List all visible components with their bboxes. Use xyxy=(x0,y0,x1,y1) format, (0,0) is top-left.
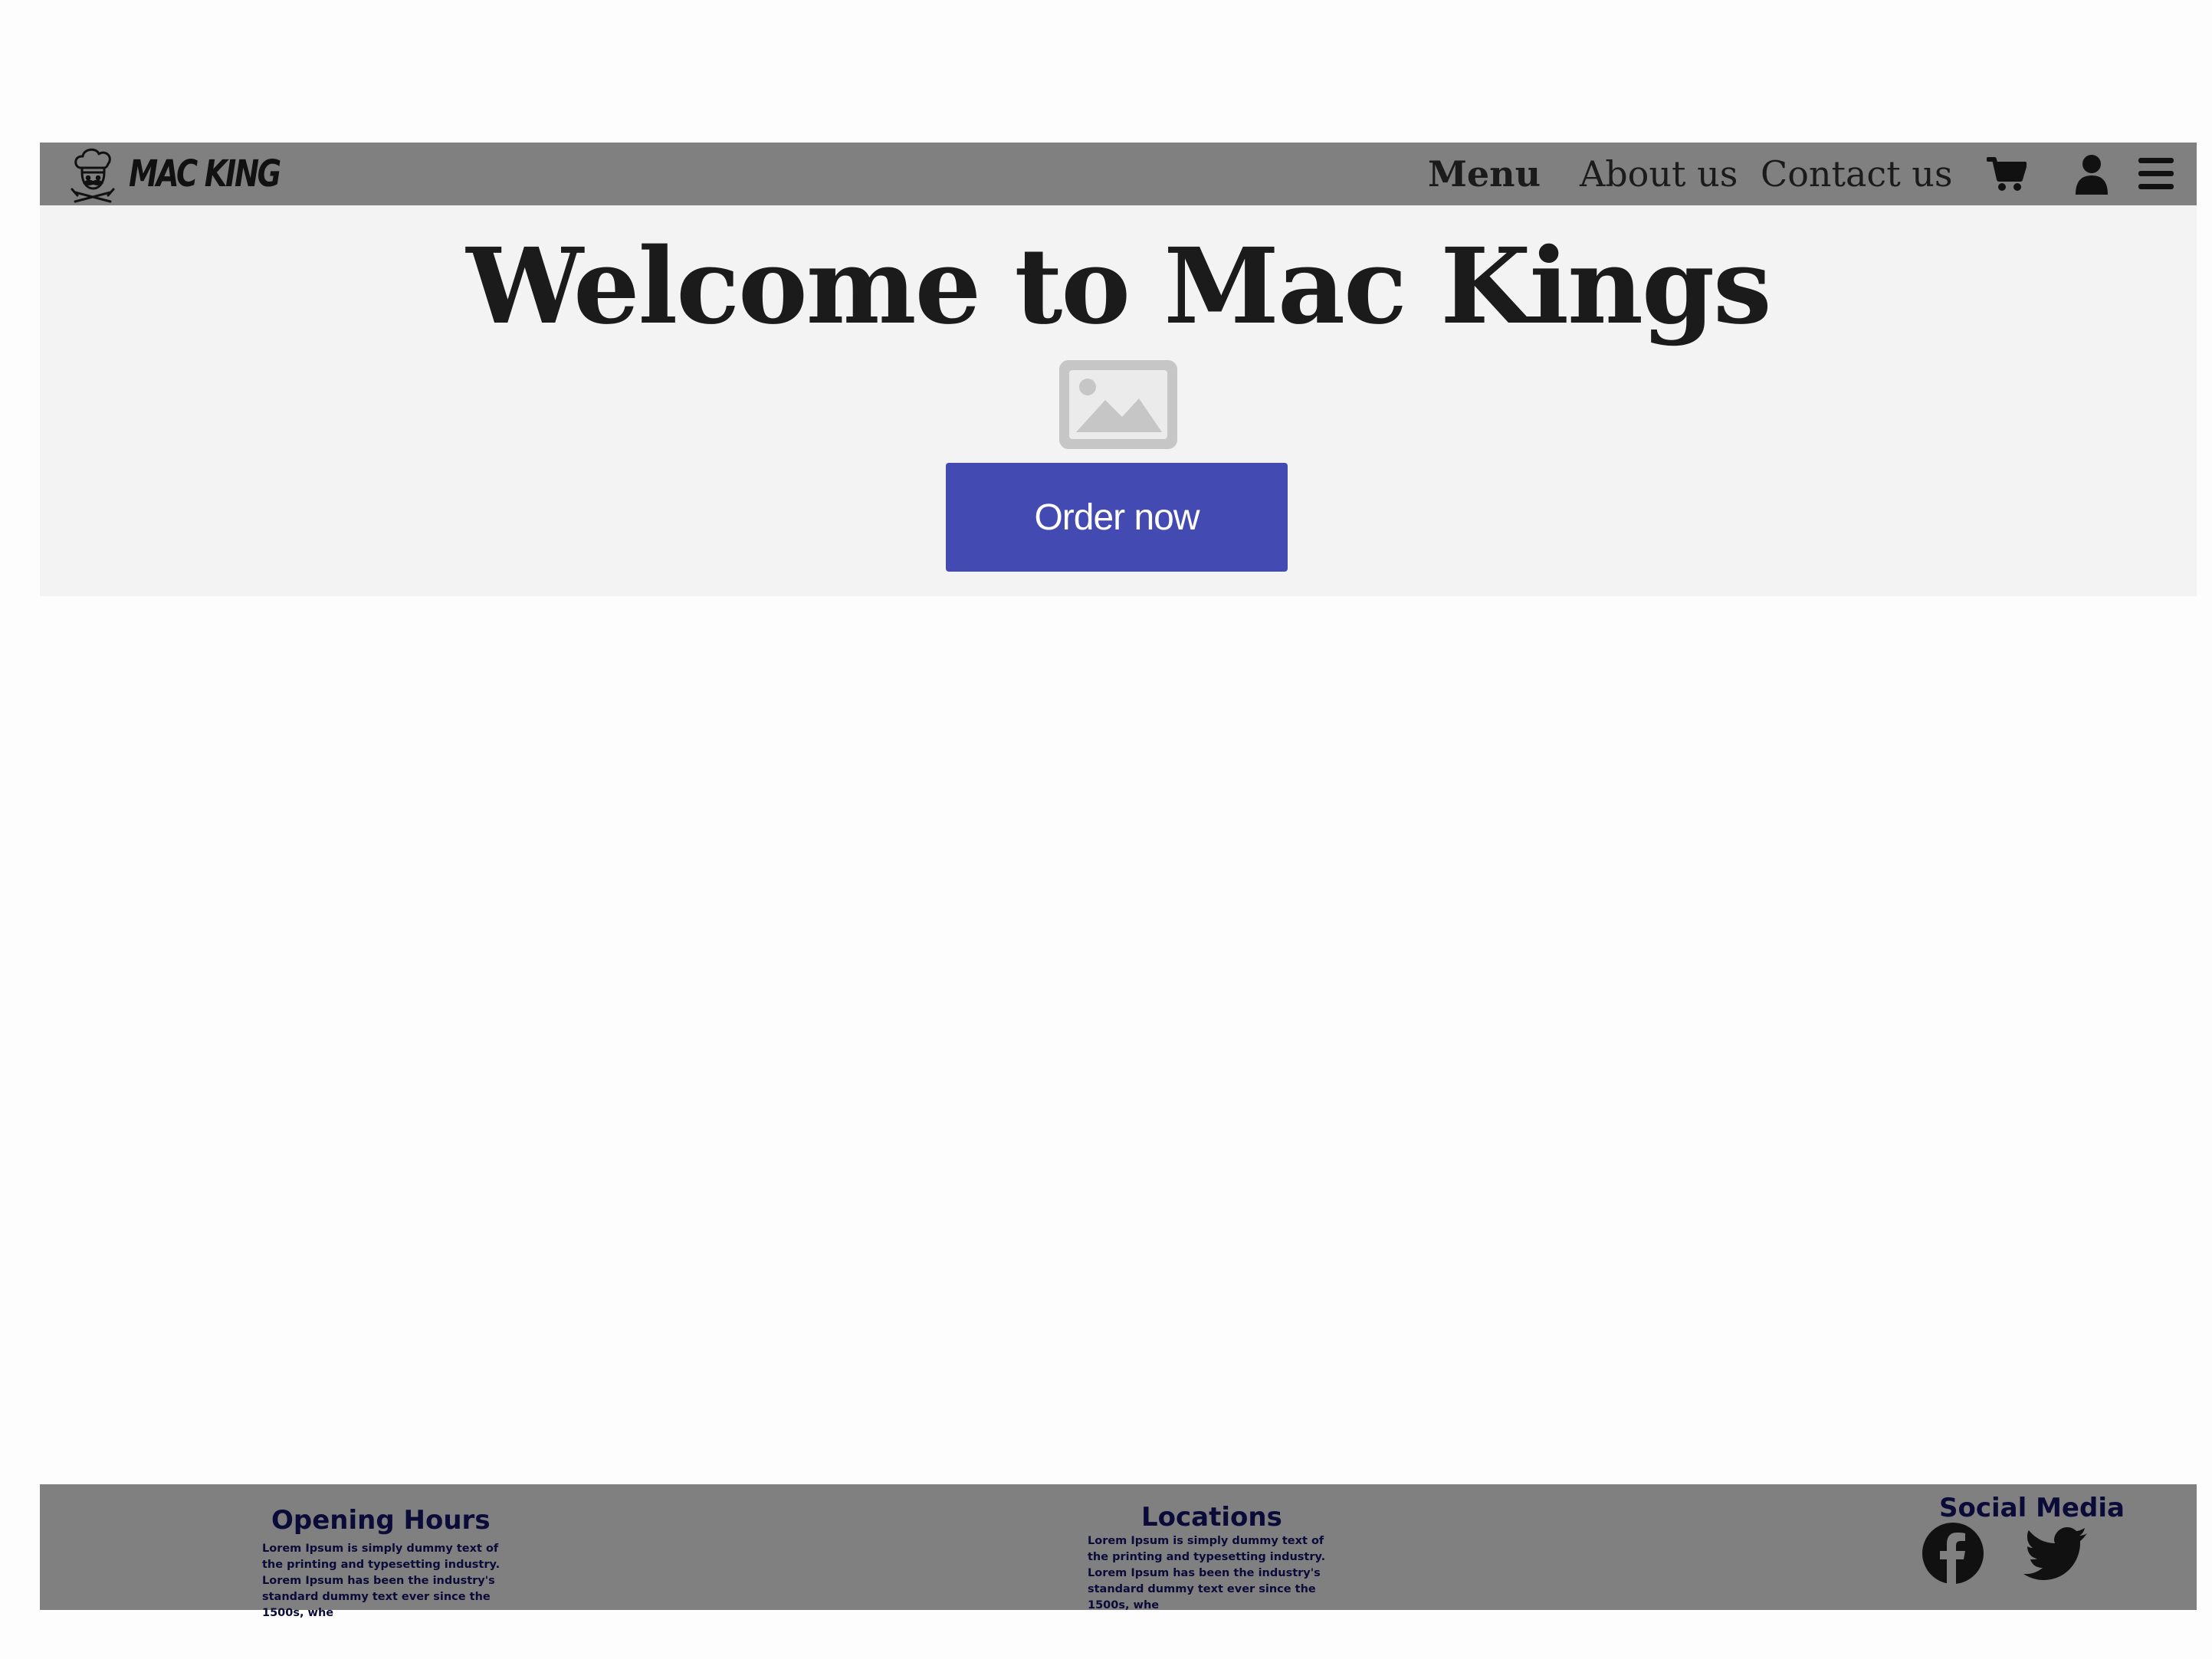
footer-opening-hours: Opening Hours Lorem Ipsum is simply dumm… xyxy=(262,1507,507,1621)
social-icons xyxy=(1922,1523,2088,1584)
brand-logo-link[interactable]: MAC KING xyxy=(67,143,317,205)
user-icon[interactable] xyxy=(2074,143,2109,205)
footer: Opening Hours Lorem Ipsum is simply dumm… xyxy=(40,1484,2197,1619)
opening-hours-text: Lorem Ipsum is simply dummy text of the … xyxy=(262,1543,500,1619)
locations-text: Lorem Ipsum is simply dummy text of the … xyxy=(1088,1535,1326,1611)
twitter-icon[interactable] xyxy=(2023,1527,2088,1584)
footer-locations: Locations Lorem Ipsum is simply dummy te… xyxy=(1088,1504,1333,1614)
navbar: MAC KING Menu About us Contact us xyxy=(40,143,2197,205)
locations-title: Locations xyxy=(1141,1502,1282,1533)
facebook-icon[interactable] xyxy=(1922,1523,1984,1584)
order-now-button[interactable]: Order now xyxy=(946,463,1288,572)
hero-section: Welcome to Mac Kings Order now xyxy=(40,205,2197,596)
hero-title: Welcome to Mac Kings xyxy=(466,225,1771,348)
nav-link-menu[interactable]: Menu xyxy=(1428,143,1541,205)
opening-hours-title: Opening Hours xyxy=(271,1505,491,1536)
chef-logo-icon xyxy=(67,145,118,203)
nav-link-contact-us[interactable]: Contact us xyxy=(1761,143,1953,205)
brand-name: MAC KING xyxy=(129,152,281,195)
nav-link-about-us[interactable]: About us xyxy=(1580,143,1738,205)
hamburger-menu-icon[interactable] xyxy=(2138,143,2174,205)
cart-icon[interactable] xyxy=(1987,143,2027,205)
image-placeholder-icon xyxy=(1059,360,1177,449)
social-media-title: Social Media xyxy=(1939,1493,2125,1523)
footer-social-media: Social Media xyxy=(1939,1495,2125,1521)
